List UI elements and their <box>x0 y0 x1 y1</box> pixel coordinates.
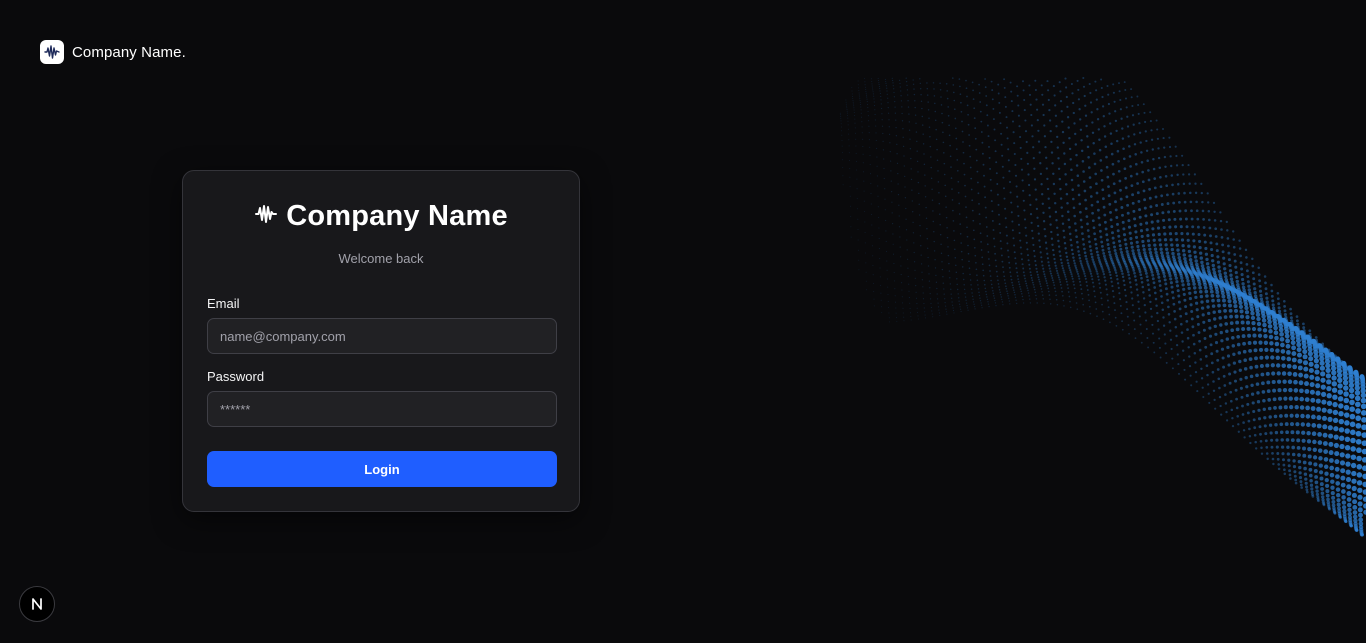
login-page: Company Name. Company Name Welcome back … <box>0 0 1366 643</box>
login-card: Company Name Welcome back Email Password… <box>182 170 580 512</box>
waveform-icon <box>40 40 64 64</box>
card-subtitle: Welcome back <box>338 251 424 266</box>
password-input[interactable] <box>207 391 557 427</box>
card-title-text: Company Name <box>286 199 508 232</box>
email-input[interactable] <box>207 318 557 354</box>
login-button[interactable]: Login <box>207 451 557 487</box>
card-title: Company Name <box>207 199 555 233</box>
brand-name: Company Name. <box>72 43 186 61</box>
waveform-icon <box>254 202 278 231</box>
email-label: Email <box>207 296 240 311</box>
password-label: Password <box>207 369 265 384</box>
nextjs-icon <box>32 598 42 610</box>
nextjs-dev-indicator[interactable] <box>19 586 55 622</box>
brand-link[interactable]: Company Name. <box>40 40 186 64</box>
